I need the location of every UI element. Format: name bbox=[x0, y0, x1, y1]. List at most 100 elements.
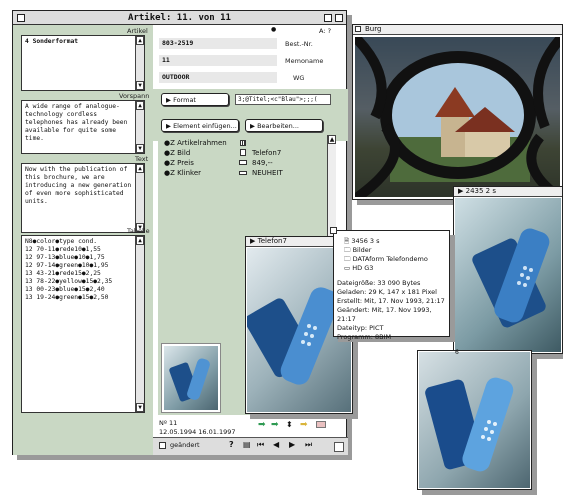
tag-icon bbox=[239, 171, 247, 175]
vorspann-label: Vorspann bbox=[119, 92, 150, 100]
burg-window-titlebar[interactable]: Burg bbox=[353, 25, 562, 35]
table-row: 12 97-14●green●10●1,95 bbox=[25, 262, 109, 269]
previous-record-icon[interactable]: ◀ bbox=[273, 440, 279, 449]
arrow-right-green-icon[interactable]: ➡ bbox=[258, 420, 266, 430]
thumbnail-frame[interactable] bbox=[161, 343, 221, 413]
photo-window-bottom[interactable]: 6 bbox=[417, 349, 532, 490]
format-value[interactable]: 3;@Titel;<c"Blau">;;;( bbox=[235, 94, 331, 105]
table-row: 13 43-21●rede15●2,25 bbox=[25, 270, 101, 277]
price-icon bbox=[239, 160, 247, 165]
scroll-down-arrow[interactable]: ▼ bbox=[136, 81, 144, 90]
list-item[interactable]: ●Z Klinker NEUHEIT bbox=[164, 169, 324, 179]
a-marker: A: ? bbox=[319, 27, 332, 35]
castle-photo bbox=[355, 37, 560, 197]
list-view-icon[interactable]: ▤ bbox=[243, 440, 251, 449]
window-close-box[interactable] bbox=[17, 14, 25, 22]
resize-grip-icon[interactable] bbox=[334, 442, 344, 452]
vorspann-field[interactable]: A wide range of analogue-technology cord… bbox=[21, 100, 145, 154]
castle-ironwork-graphic bbox=[355, 37, 560, 197]
collapse-box[interactable] bbox=[335, 14, 343, 22]
help-button[interactable]: ? bbox=[229, 440, 234, 449]
next-record-icon[interactable]: ▶ bbox=[289, 440, 295, 449]
scroll-up-arrow[interactable]: ▲ bbox=[136, 101, 144, 110]
memoname-label: Memoname bbox=[285, 57, 324, 65]
scroll-up-arrow[interactable]: ▲ bbox=[328, 135, 336, 144]
window-close-box[interactable] bbox=[355, 26, 361, 32]
zoom-box[interactable] bbox=[324, 14, 332, 22]
artikel-label: Artikel bbox=[127, 27, 148, 35]
scroll-up-arrow[interactable]: ▲ bbox=[136, 236, 144, 245]
detail-line: Programm: 8BIM bbox=[337, 333, 392, 341]
tabelle-scrollbar[interactable]: ▲ ▼ bbox=[135, 236, 144, 412]
best-nr-field[interactable]: 803-2519 bbox=[159, 38, 277, 49]
wg-field[interactable]: OUTDOOR bbox=[159, 72, 277, 83]
phone-thumbnail-graphic bbox=[169, 358, 210, 402]
path-item: 🗀 DATAform Telefondemo bbox=[344, 255, 428, 263]
arrow-right-yellow-icon[interactable]: ➡ bbox=[300, 420, 308, 430]
path-item: ▭ HD G3 bbox=[344, 264, 374, 272]
artikel-window-titlebar[interactable]: Artikel: 11. von 11 bbox=[13, 11, 346, 25]
wg-label: WG bbox=[293, 74, 305, 82]
artikel-value: 4 Sonderformat bbox=[25, 38, 79, 45]
telefon7-window-title: Telefon7 bbox=[257, 237, 287, 245]
nav-arrows: ➡ ➡ ⬍ ➡ bbox=[258, 419, 340, 431]
sort-icon[interactable]: ⬍ bbox=[286, 420, 293, 429]
geaendert-checkbox[interactable] bbox=[159, 442, 166, 449]
grid-icon bbox=[240, 140, 246, 146]
triangle-icon: ▶ bbox=[166, 122, 171, 130]
disk-icon: ▭ bbox=[344, 264, 351, 272]
vorspann-text: A wide range of analogue-technology cord… bbox=[25, 103, 128, 142]
document-icon bbox=[240, 149, 246, 156]
detail-line: Geladen: 29 K, 147 x 181 Pixel bbox=[337, 288, 437, 296]
scroll-down-arrow[interactable]: ▼ bbox=[136, 144, 144, 153]
photo-window-2435-titlebar[interactable]: ▶ 2435 2 s bbox=[454, 187, 562, 197]
best-nr-label: Best.-Nr. bbox=[285, 40, 313, 48]
tabelle-label: Tabelle bbox=[127, 227, 150, 235]
path-item: 🗎 3456 3 s bbox=[344, 237, 380, 245]
element-insert-button[interactable]: ▶ Element einfügen... bbox=[161, 119, 239, 132]
list-item[interactable]: ●Z Preis 849,-- bbox=[164, 159, 324, 169]
bearbeiten-button[interactable]: ▶ Bearbeiten... bbox=[245, 119, 323, 132]
artikel-scrollbar[interactable]: ▲ ▼ bbox=[135, 36, 144, 90]
table-row: 12 70-11●rede10●1,55 bbox=[25, 246, 101, 253]
window-close-box[interactable] bbox=[330, 227, 337, 234]
detail-line: Dateigröße: 33 090 Bytes bbox=[337, 279, 421, 287]
thumbnail-photo bbox=[164, 346, 218, 410]
format-button[interactable]: ▶ Format bbox=[161, 93, 229, 106]
last-record-icon[interactable]: ⏭ bbox=[305, 440, 312, 450]
detail-line: Dateityp: PICT bbox=[337, 324, 384, 332]
scroll-up-arrow[interactable]: ▲ bbox=[136, 36, 144, 45]
text-scrollbar[interactable]: ▲ ▼ bbox=[135, 164, 144, 232]
phone-graphic-2 bbox=[472, 228, 550, 328]
list-item[interactable]: ●Z Artikelrahmen bbox=[164, 139, 324, 149]
triangle-icon: ▶ bbox=[458, 187, 464, 195]
first-record-icon[interactable]: ⏮ bbox=[257, 440, 264, 450]
scroll-down-arrow[interactable]: ▼ bbox=[136, 403, 144, 412]
burg-window[interactable]: Burg bbox=[352, 24, 563, 200]
table-row: N8●color●type cond. bbox=[25, 238, 98, 245]
text-field[interactable]: Now with the publication of this brochur… bbox=[21, 163, 145, 233]
phone-photo-3 bbox=[419, 352, 530, 488]
file-details: Dateigröße: 33 090 Bytes Geladen: 29 K, … bbox=[337, 279, 449, 342]
status-dot: ● bbox=[271, 26, 277, 33]
table-row: 12 97-13●blue●10●1,75 bbox=[25, 254, 105, 261]
photo-window-bottom-index: 6 bbox=[455, 349, 459, 356]
photo-window-2435[interactable]: ▶ 2435 2 s bbox=[453, 186, 563, 354]
file-info-panel: 🗎 3456 3 s 🗀 Bilder 🗀 DATAform Telefonde… bbox=[330, 227, 450, 341]
detail-line: Geändert: Mit, 17. Nov 1993, 21:17 bbox=[337, 306, 432, 323]
folder-icon: 🗀 bbox=[344, 255, 351, 263]
list-item[interactable]: ●Z Bild Telefon7 bbox=[164, 149, 324, 159]
grid-icon[interactable] bbox=[316, 421, 326, 428]
arrow-right-green-icon[interactable]: ➡ bbox=[271, 420, 279, 430]
scroll-up-arrow[interactable]: ▲ bbox=[136, 164, 144, 173]
tabelle-field[interactable]: N8●color●type cond. 12 70-11●rede10●1,55… bbox=[21, 235, 145, 413]
geaendert-label: geändert bbox=[170, 441, 200, 449]
vorspann-scrollbar[interactable]: ▲ ▼ bbox=[135, 101, 144, 153]
phone-photo-2 bbox=[455, 198, 561, 352]
folder-icon: 🗀 bbox=[344, 246, 351, 254]
table-row: 13 19-24●green●15●2,50 bbox=[25, 294, 109, 301]
triangle-icon: ▶ bbox=[250, 237, 256, 245]
artikel-field[interactable]: 4 Sonderformat ▲ ▼ bbox=[21, 35, 145, 91]
triangle-icon: ▶ bbox=[166, 96, 171, 104]
memoname-field[interactable]: 11 bbox=[159, 55, 277, 66]
